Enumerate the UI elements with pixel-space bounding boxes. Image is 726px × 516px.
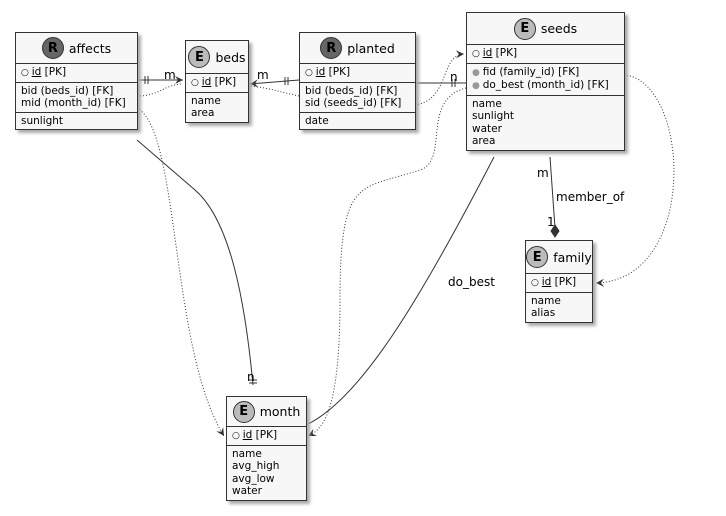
entity-affects[interactable]: Raffects id [PK] bid (beds_id) [FK]mid (… — [15, 32, 138, 130]
edge-planted-bid-beds — [249, 85, 300, 97]
edge-affects-bid-beds — [136, 83, 184, 97]
entity-seeds[interactable]: Eseeds id [PK] fid (family_id) [FK]do_be… — [466, 12, 625, 151]
relationship-label-member-of: member_of — [556, 190, 625, 204]
entity-icon: E — [232, 400, 255, 423]
entity-family[interactable]: Efamily id [PK] namealias — [525, 240, 593, 323]
pk-row: id [PK] — [227, 427, 306, 446]
attr-row: sunlight — [472, 110, 515, 122]
attr-row: date — [305, 114, 329, 127]
entity-icon: E — [513, 17, 536, 40]
attr-row: area — [472, 135, 496, 147]
attr-row: avg_high — [232, 460, 280, 472]
edge-seeds-dobest-fk — [307, 87, 467, 437]
entity-planted[interactable]: Rplanted id [PK] bid (beds_id) [FK]sid (… — [299, 32, 416, 130]
pk-row: id [PK] — [16, 64, 137, 83]
entity-beds[interactable]: Ebeds id [PK] namearea — [185, 40, 249, 123]
cardinality-label: 1 — [547, 215, 555, 229]
attr-row: avg_low — [232, 472, 275, 485]
fk-row: fid (family_id) [FK] — [472, 66, 619, 80]
attr-row: name — [191, 94, 221, 107]
fk-row: bid (beds_id) [FK] — [21, 84, 114, 97]
entity-icon: E — [188, 46, 211, 68]
pk-row: id [PK] — [186, 74, 248, 93]
attr-row: sunlight — [21, 114, 64, 127]
pk-row: id [PK] — [467, 45, 624, 64]
attr-row: name — [531, 294, 561, 307]
cardinality-label: n — [450, 70, 458, 84]
cardinality-label: m — [537, 166, 549, 180]
attr-row: water — [232, 485, 262, 497]
entity-title: family — [553, 249, 592, 265]
attr-row: water — [472, 122, 502, 135]
entity-icon: E — [526, 246, 549, 268]
attr-row: name — [232, 447, 262, 460]
edge-affects-month — [136, 139, 254, 386]
fk-row: bid (beds_id) [FK] — [305, 84, 398, 97]
edge-affects-mid-month — [136, 107, 225, 437]
cardinality-label: m — [164, 68, 176, 82]
entity-title: affects — [68, 40, 112, 56]
pk-row: id [PK] — [300, 64, 415, 83]
relationship-icon: R — [41, 37, 64, 59]
entity-title: beds — [215, 49, 246, 65]
fk-row: mid (month_id) [FK] — [21, 97, 126, 109]
entity-title: seeds — [540, 21, 578, 36]
entity-title: planted — [347, 40, 395, 56]
cardinality-label: n — [247, 370, 255, 384]
pk-row: id [PK] — [526, 274, 592, 293]
attr-row: alias — [531, 307, 556, 319]
fk-row: do_best (month_id) [FK] — [472, 79, 619, 93]
entity-title: month — [259, 404, 301, 419]
edge-seeds-month-dobest — [305, 156, 495, 426]
attr-row: area — [191, 107, 215, 119]
cardinality-label: m — [257, 68, 269, 82]
fk-row: sid (seeds_id) [FK] — [305, 97, 402, 109]
entity-month[interactable]: Emonth id [PK] nameavg_highavg_lowwater — [226, 396, 307, 501]
relationship-label-do-best: do_best — [448, 275, 495, 289]
attr-row: name — [472, 97, 502, 110]
relationship-icon: R — [320, 37, 343, 59]
